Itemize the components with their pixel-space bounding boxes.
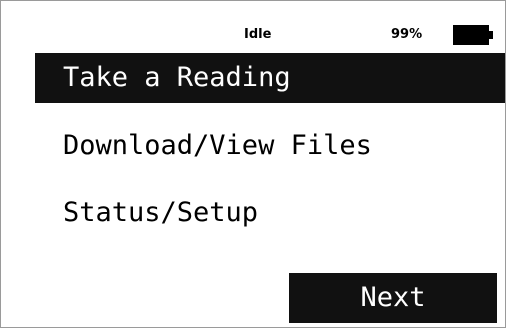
next-button[interactable]: Next <box>289 273 497 323</box>
status-bar: Idle 99% <box>1 1 505 53</box>
battery-body <box>453 25 489 45</box>
battery-percent-label: 99% <box>391 27 423 42</box>
menu-item-status-setup[interactable]: Status/Setup <box>35 188 505 238</box>
battery-tip <box>489 31 493 39</box>
menu-item-download-view-files[interactable]: Download/View Files <box>35 121 505 171</box>
menu-item-take-a-reading[interactable]: Take a Reading <box>35 53 505 103</box>
battery-full-icon <box>453 25 493 45</box>
device-state-label: Idle <box>244 27 272 42</box>
device-screen: Idle 99% Take a Reading Download/View Fi… <box>0 0 506 328</box>
